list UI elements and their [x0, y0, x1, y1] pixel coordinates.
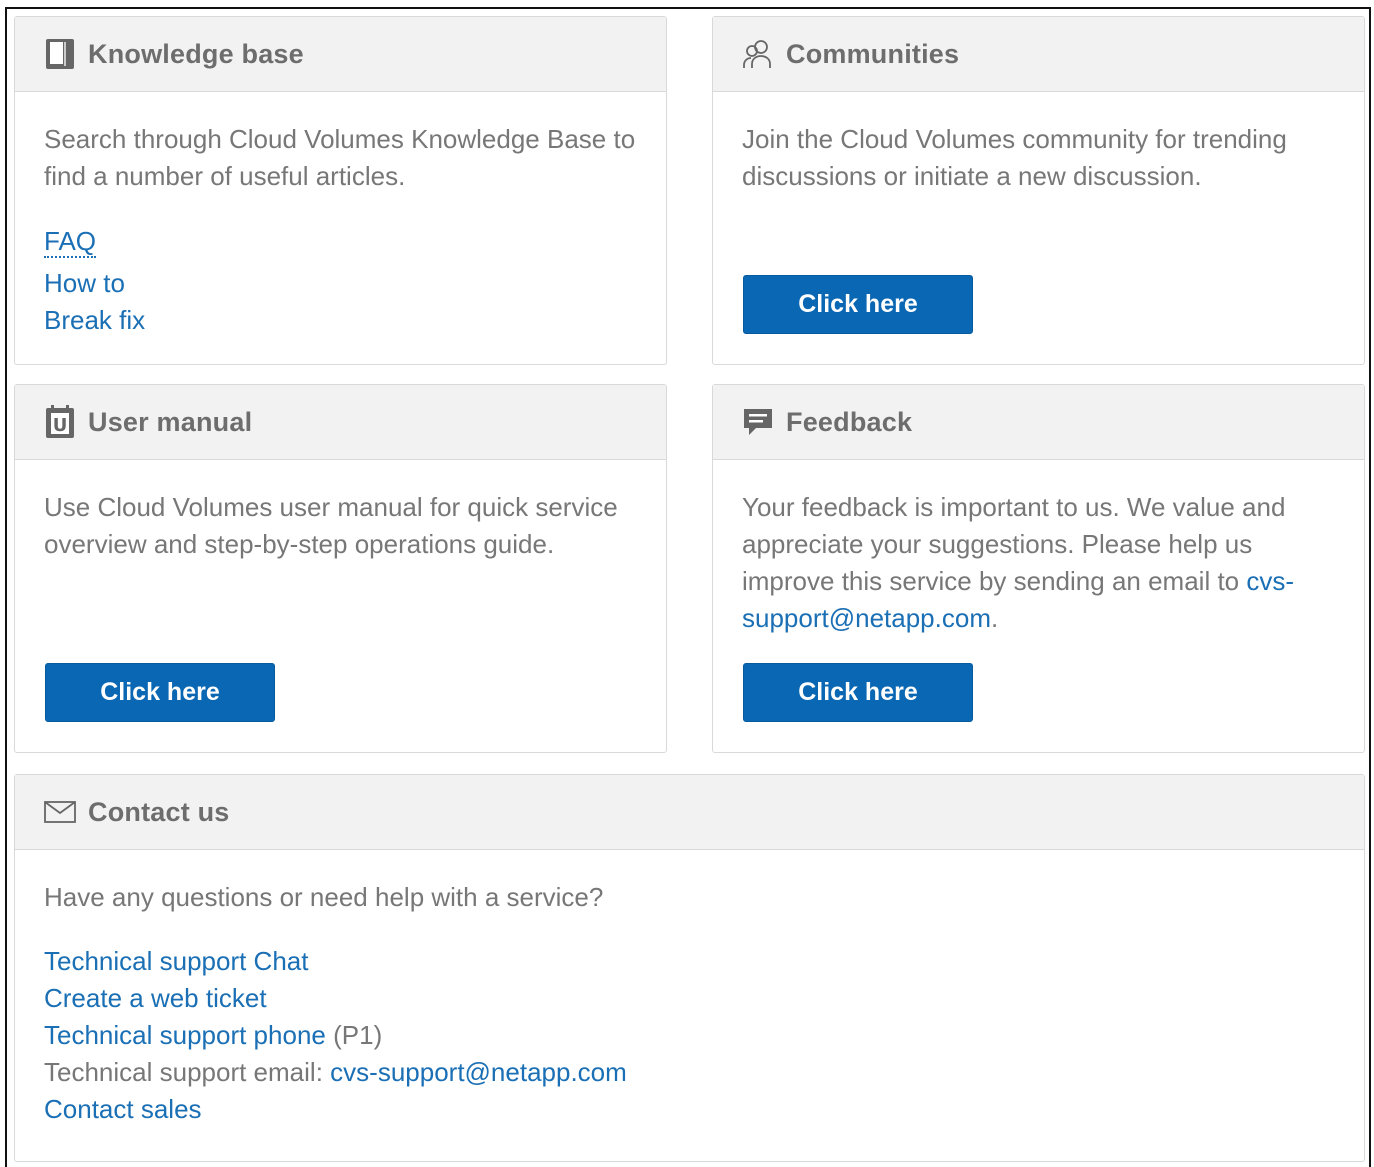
- communities-description: Join the Cloud Volumes community for tre…: [742, 124, 1287, 191]
- contact-us-question: Have any questions or need help with a s…: [44, 882, 604, 912]
- knowledge-base-title: Knowledge base: [88, 38, 304, 69]
- faq-link[interactable]: FAQ: [44, 226, 97, 258]
- user-manual-click-here-button[interactable]: Click here: [45, 663, 275, 722]
- technical-support-email-link[interactable]: cvs-support@netapp.com: [330, 1057, 627, 1087]
- communities-card: Communities Join the Cloud Volumes commu…: [712, 16, 1365, 365]
- knowledge-base-header: Knowledge base: [15, 17, 666, 92]
- technical-support-phone-row: Technical support phone (P1): [44, 1017, 627, 1054]
- contact-us-title: Contact us: [88, 796, 230, 827]
- phone-priority-label: (P1): [333, 1020, 383, 1050]
- svg-text:U: U: [53, 415, 68, 436]
- user-manual-header: U User manual: [15, 385, 666, 460]
- communities-title: Communities: [786, 38, 960, 69]
- contact-sales-link[interactable]: Contact sales: [44, 1091, 627, 1128]
- user-manual-title: User manual: [88, 406, 253, 437]
- feedback-click-here-button[interactable]: Click here: [743, 663, 973, 722]
- feedback-card: Feedback Your feedback is important to u…: [712, 384, 1365, 753]
- feedback-description: Your feedback is important to us. We val…: [742, 489, 1332, 637]
- technical-support-phone-link[interactable]: Technical support phone: [44, 1020, 326, 1050]
- user-manual-card: U User manual Use Cloud Volumes user man…: [14, 384, 667, 753]
- knowledge-base-description: Search through Cloud Volumes Knowledge B…: [44, 124, 636, 191]
- break-fix-link[interactable]: Break fix: [44, 302, 145, 339]
- contact-us-links: Technical support Chat Create a web tick…: [44, 943, 627, 1128]
- contact-us-header: Contact us: [15, 775, 1364, 850]
- feedback-icon: [742, 405, 774, 439]
- technical-support-email-label: Technical support email:: [44, 1057, 323, 1087]
- user-manual-description: Use Cloud Volumes user manual for quick …: [44, 492, 618, 559]
- technical-support-chat-link[interactable]: Technical support Chat: [44, 943, 627, 980]
- feedback-header: Feedback: [713, 385, 1364, 460]
- users-icon: [742, 37, 774, 71]
- manual-icon: U: [44, 405, 76, 439]
- knowledge-base-card: Knowledge base Search through Cloud Volu…: [14, 16, 667, 365]
- contact-us-card: Contact us Have any questions or need he…: [14, 774, 1365, 1162]
- feedback-period: .: [990, 603, 999, 633]
- envelope-icon: [44, 795, 76, 829]
- feedback-text: Your feedback is important to us. We val…: [742, 492, 1286, 596]
- feedback-title: Feedback: [786, 406, 913, 437]
- create-web-ticket-link[interactable]: Create a web ticket: [44, 980, 627, 1017]
- book-icon: [44, 37, 76, 71]
- communities-header: Communities: [713, 17, 1364, 92]
- communities-click-here-button[interactable]: Click here: [743, 275, 973, 334]
- technical-support-email-row: Technical support email: cvs-support@net…: [44, 1054, 627, 1091]
- how-to-link[interactable]: How to: [44, 265, 145, 302]
- knowledge-base-links: FAQ How to Break fix: [44, 223, 145, 339]
